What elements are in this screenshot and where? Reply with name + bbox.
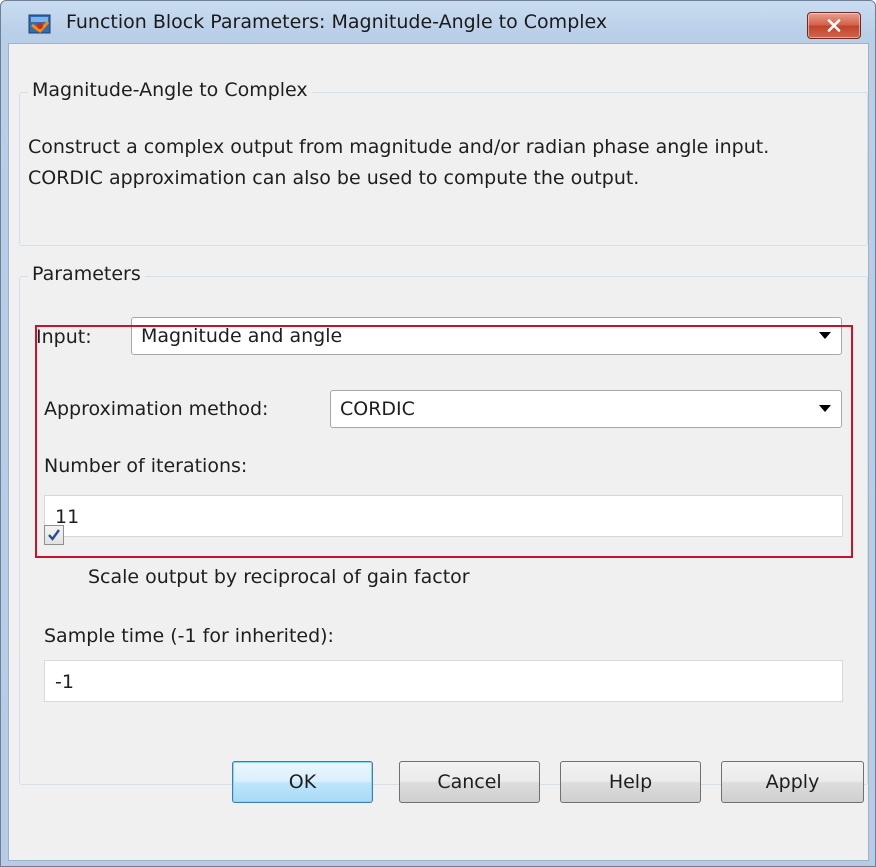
dialog-body: Magnitude-Angle to Complex Construct a c… (8, 43, 869, 861)
close-button[interactable] (807, 12, 861, 39)
close-icon (827, 19, 841, 32)
cancel-button[interactable]: Cancel (399, 761, 540, 803)
help-button[interactable]: Help (560, 761, 701, 803)
iterations-label: Number of iterations: (44, 455, 248, 477)
scale-output-label[interactable]: Scale output by reciprocal of gain facto… (88, 566, 470, 588)
approximation-method-label: Approximation method: (44, 398, 269, 420)
iterations-input[interactable]: 11 (44, 495, 843, 537)
block-description: Construct a complex output from magnitud… (28, 136, 770, 189)
dialog-window: Function Block Parameters: Magnitude-Ang… (0, 0, 876, 867)
chevron-down-icon (819, 405, 831, 412)
approximation-method-value: CORDIC (340, 398, 415, 420)
parameters-group-title: Parameters (28, 263, 145, 285)
apply-button[interactable]: Apply (721, 761, 864, 803)
scale-output-checkbox[interactable] (44, 525, 64, 545)
simulink-block-icon (28, 13, 52, 35)
approximation-method-select[interactable]: CORDIC (330, 390, 842, 428)
title-bar[interactable]: Function Block Parameters: Magnitude-Ang… (1, 1, 875, 43)
checkmark-icon (48, 529, 60, 541)
description-group-title: Magnitude-Angle to Complex (28, 79, 312, 101)
sample-time-value: -1 (55, 671, 74, 693)
ok-button[interactable]: OK (232, 761, 373, 803)
sample-time-label: Sample time (-1 for inherited): (44, 625, 334, 647)
sample-time-input[interactable]: -1 (44, 660, 843, 702)
window-title: Function Block Parameters: Magnitude-Ang… (66, 11, 608, 33)
